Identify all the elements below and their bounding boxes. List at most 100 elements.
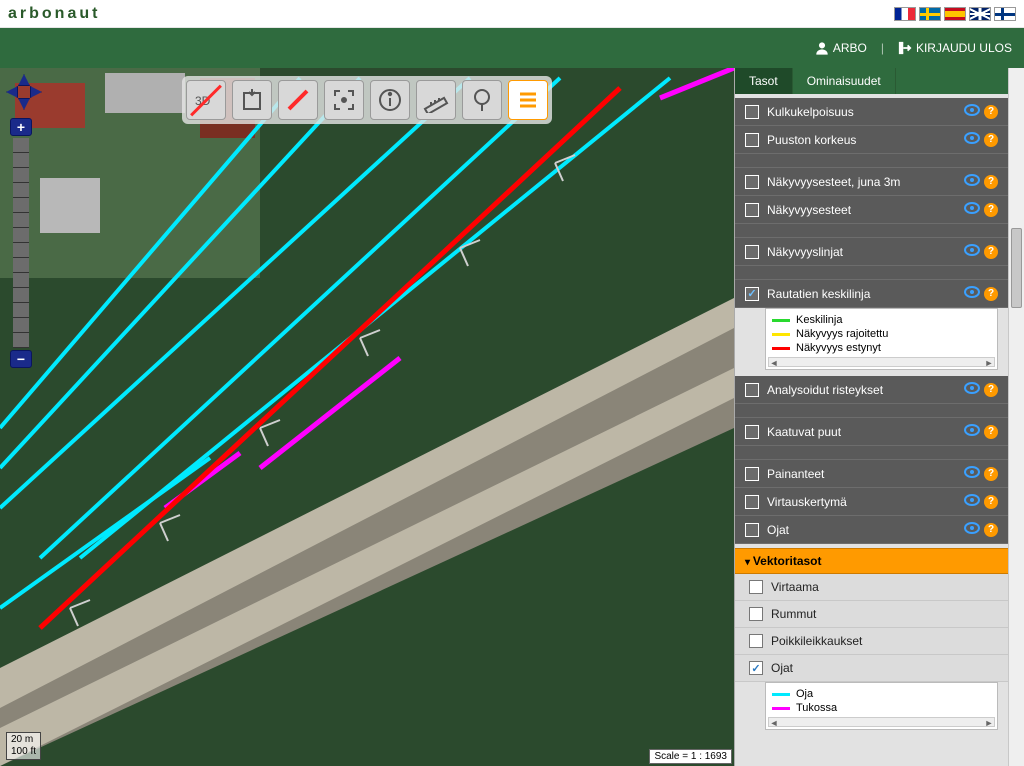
legend-scrollbar[interactable]: ◄► xyxy=(768,357,995,367)
layer-actions: ? xyxy=(964,286,998,301)
help-icon[interactable]: ? xyxy=(984,523,998,537)
visibility-icon[interactable] xyxy=(964,522,980,537)
layer-checkbox[interactable] xyxy=(749,580,763,594)
layer-row-nkj3[interactable]: Näkyvyysesteet, juna 3m? xyxy=(735,168,1008,196)
flag-fi[interactable] xyxy=(994,7,1016,21)
help-icon[interactable]: ? xyxy=(984,105,998,119)
help-icon[interactable]: ? xyxy=(984,203,998,217)
tab-layers[interactable]: Tasot xyxy=(735,68,793,94)
separator: | xyxy=(881,41,884,55)
layer-checkbox[interactable] xyxy=(749,661,763,675)
layer-label: Rummut xyxy=(771,607,816,621)
pan-east[interactable] xyxy=(30,86,42,98)
layer-row-kulku[interactable]: Kulkukelpoisuus? xyxy=(735,98,1008,126)
layer-checkbox[interactable] xyxy=(745,425,759,439)
tool-pdf[interactable] xyxy=(232,80,272,120)
logout-link[interactable]: KIRJAUDU ULOS xyxy=(898,41,1012,56)
help-icon[interactable]: ? xyxy=(984,287,998,301)
layer-label: Näkyvyysesteet, juna 3m xyxy=(767,175,900,189)
help-icon[interactable]: ? xyxy=(984,495,998,509)
layer-checkbox[interactable] xyxy=(745,495,759,509)
tool-fullscreen[interactable] xyxy=(324,80,364,120)
visibility-icon[interactable] xyxy=(964,202,980,217)
scale-m: 20 m xyxy=(11,734,36,746)
pan-south[interactable] xyxy=(18,98,30,110)
tool-layers[interactable] xyxy=(508,80,548,120)
layer-actions: ? xyxy=(964,174,998,189)
layer-row-nkl[interactable]: Näkyvyyslinjat? xyxy=(735,238,1008,266)
layer-row-pkork[interactable]: Puuston korkeus? xyxy=(735,126,1008,154)
layer-checkbox[interactable] xyxy=(745,245,759,259)
visibility-icon[interactable] xyxy=(964,174,980,189)
pan-west[interactable] xyxy=(6,86,18,98)
layer-checkbox[interactable] xyxy=(745,105,759,119)
help-icon[interactable]: ? xyxy=(984,175,998,189)
map-viewport[interactable]: + − 3D xyxy=(0,68,734,766)
zoom-in-button[interactable]: + xyxy=(10,118,32,136)
tool-measure[interactable] xyxy=(416,80,456,120)
layer-checkbox[interactable] xyxy=(745,133,759,147)
layer-checkbox[interactable] xyxy=(745,203,759,217)
layer-checkbox[interactable] xyxy=(745,175,759,189)
scale-ft: 100 ft xyxy=(11,746,36,758)
flag-es[interactable] xyxy=(944,7,966,21)
layer-row-arist[interactable]: Analysoidut risteykset? xyxy=(735,376,1008,404)
pan-north[interactable] xyxy=(18,74,30,86)
layer-checkbox[interactable] xyxy=(749,607,763,621)
layer-row-ojat[interactable]: Ojat? xyxy=(735,516,1008,544)
layer-label: Analysoidut risteykset xyxy=(767,383,883,397)
visibility-icon[interactable] xyxy=(964,244,980,259)
visibility-icon[interactable] xyxy=(964,104,980,119)
legend-label: Tukossa xyxy=(796,702,837,714)
vector-section-header[interactable]: Vektoritasot xyxy=(735,548,1008,574)
side-panel: Tasot Ominaisuudet Kulkukelpoisuus?Puust… xyxy=(734,68,1024,766)
layer-row-virtk[interactable]: Virtauskertymä? xyxy=(735,488,1008,516)
vector-row-poikki[interactable]: Poikkileikkaukset xyxy=(735,628,1008,655)
help-icon[interactable]: ? xyxy=(984,383,998,397)
flag-fr[interactable] xyxy=(894,7,916,21)
layer-label: Virtauskertymä xyxy=(767,495,847,509)
layer-row-nke[interactable]: Näkyvyysesteet? xyxy=(735,196,1008,224)
visibility-icon[interactable] xyxy=(964,132,980,147)
layer-row-paint[interactable]: Painanteet? xyxy=(735,460,1008,488)
tool-3d[interactable]: 3D xyxy=(186,80,226,120)
zoom-out-button[interactable]: − xyxy=(10,350,32,368)
layer-row-raut[interactable]: Rautatien keskilinja? xyxy=(735,280,1008,308)
layer-row-kpuut[interactable]: Kaatuvat puut? xyxy=(735,418,1008,446)
scale-bar: 20 m 100 ft xyxy=(6,732,41,760)
panel-tabs: Tasot Ominaisuudet xyxy=(735,68,1008,94)
help-icon[interactable]: ? xyxy=(984,133,998,147)
visibility-icon[interactable] xyxy=(964,382,980,397)
layer-label: Painanteet xyxy=(767,467,824,481)
legend-label: Keskilinja xyxy=(796,314,842,326)
visibility-icon[interactable] xyxy=(964,286,980,301)
zoom-slider[interactable] xyxy=(13,138,29,348)
vector-row-virtaama[interactable]: Virtaama xyxy=(735,574,1008,601)
vector-row-vojat[interactable]: Ojat xyxy=(735,655,1008,682)
help-icon[interactable]: ? xyxy=(984,245,998,259)
help-icon[interactable]: ? xyxy=(984,425,998,439)
scrollbar-thumb[interactable] xyxy=(1011,228,1022,308)
user-link[interactable]: ARBO xyxy=(815,41,867,56)
tab-properties[interactable]: Ominaisuudet xyxy=(793,68,896,94)
layer-label: Ojat xyxy=(771,661,793,675)
visibility-icon[interactable] xyxy=(964,424,980,439)
pan-control xyxy=(6,74,42,110)
visibility-icon[interactable] xyxy=(964,466,980,481)
flag-uk[interactable] xyxy=(969,7,991,21)
legend-scrollbar[interactable]: ◄► xyxy=(768,717,995,727)
layer-checkbox[interactable] xyxy=(745,383,759,397)
layer-checkbox[interactable] xyxy=(745,523,759,537)
visibility-icon[interactable] xyxy=(964,494,980,509)
legend-box: OjaTukossa◄► xyxy=(765,682,998,730)
layer-checkbox[interactable] xyxy=(749,634,763,648)
vector-row-rummut[interactable]: Rummut xyxy=(735,601,1008,628)
tool-tree[interactable] xyxy=(462,80,502,120)
layer-checkbox[interactable] xyxy=(745,467,759,481)
tool-line[interactable] xyxy=(278,80,318,120)
help-icon[interactable]: ? xyxy=(984,467,998,481)
panel-scrollbar[interactable] xyxy=(1008,68,1024,766)
layer-checkbox[interactable] xyxy=(745,287,759,301)
flag-se[interactable] xyxy=(919,7,941,21)
tool-info[interactable] xyxy=(370,80,410,120)
